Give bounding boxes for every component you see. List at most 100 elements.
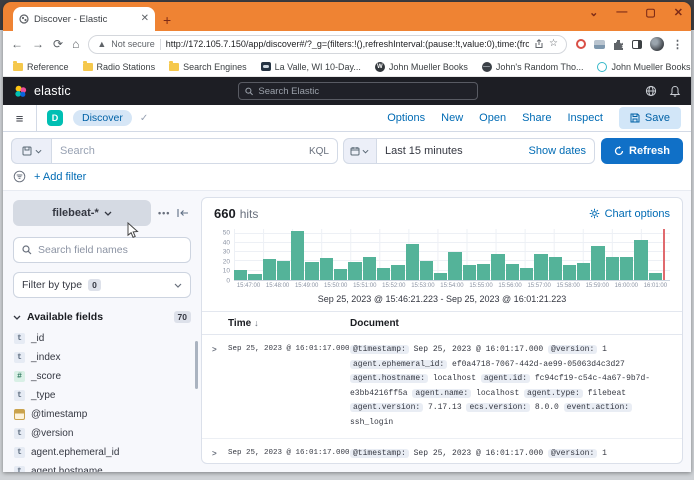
histogram-bar[interactable] [563, 265, 576, 280]
field-list-item[interactable]: t@version [13, 426, 191, 441]
date-picker-button[interactable] [343, 138, 377, 164]
bookmark-item[interactable]: John Mueller Books [375, 62, 468, 72]
histogram-bar[interactable] [363, 257, 376, 280]
histogram-bar[interactable] [320, 258, 333, 280]
bookmark-item[interactable]: Radio Stations [83, 62, 156, 72]
profile-avatar[interactable] [650, 37, 664, 51]
collapse-sidebar-icon[interactable] [177, 208, 189, 218]
field-list-item[interactable]: t_id [13, 331, 191, 346]
available-fields-header[interactable]: Available fields 70 [13, 311, 191, 323]
histogram-bar[interactable] [248, 274, 261, 280]
field-list-item[interactable]: #_score [13, 369, 191, 384]
window-minimize-icon[interactable]: — [616, 6, 627, 19]
globe-icon[interactable] [645, 85, 657, 97]
options-button[interactable]: Options [387, 112, 425, 124]
histogram-bar[interactable] [463, 265, 476, 280]
bookmark-item[interactable]: Reference [13, 62, 69, 72]
window-close-icon[interactable]: ✕ [674, 6, 683, 19]
histogram-bar[interactable] [477, 264, 490, 280]
histogram-bar[interactable] [434, 273, 447, 280]
home-icon[interactable]: ⌂ [72, 38, 79, 50]
alerts-bell-icon[interactable] [669, 85, 681, 97]
browser-tab[interactable]: Discover - Elastic ✕ [13, 7, 155, 31]
field-search-input[interactable] [38, 244, 182, 256]
histogram-bar[interactable] [591, 246, 604, 280]
show-dates-button[interactable]: Show dates [529, 145, 586, 157]
index-pattern-selector[interactable]: filebeat-* [13, 200, 151, 226]
index-pattern-options-icon[interactable]: ••• [158, 208, 170, 218]
space-badge[interactable]: D [47, 110, 63, 126]
back-icon[interactable]: ← [11, 38, 23, 50]
histogram-bar[interactable] [549, 257, 562, 280]
query-input-wrap[interactable]: KQL [51, 138, 338, 164]
histogram-bar[interactable] [520, 268, 533, 280]
chart-options-button[interactable]: Chart options [589, 208, 670, 220]
elastic-logo[interactable]: elastic [13, 84, 71, 99]
histogram-bar[interactable] [334, 269, 347, 280]
bookmark-item[interactable]: John Mueller Books... [597, 62, 691, 72]
bookmark-item[interactable]: La Valle, WI 10-Day... [261, 62, 361, 72]
histogram-bar[interactable] [234, 270, 247, 280]
time-column-header[interactable]: Time↓ [228, 318, 350, 329]
time-range-control[interactable]: Last 15 minutes Show dates [377, 138, 595, 164]
histogram-bar[interactable] [506, 264, 519, 280]
window-chevron-icon[interactable]: ⌄ [589, 6, 598, 19]
save-button[interactable]: Save [619, 107, 681, 129]
saved-query-menu-button[interactable] [11, 138, 51, 164]
field-list-item[interactable]: tagent.hostname [13, 464, 191, 472]
histogram-bar[interactable] [649, 273, 662, 280]
global-search-input[interactable] [258, 86, 471, 97]
security-label[interactable]: Not secure [111, 39, 155, 49]
table-row[interactable]: >Sep 25, 2023 @ 16:01:17.000@timestamp: … [202, 439, 682, 463]
breadcrumb-discover[interactable]: Discover [73, 110, 132, 126]
reload-icon[interactable]: ⟳ [53, 38, 63, 50]
filter-by-type-select[interactable]: Filter by type 0 [13, 272, 191, 298]
not-secure-warning-icon[interactable]: ▲ [97, 39, 106, 49]
share-icon[interactable] [534, 39, 544, 49]
histogram-bar[interactable] [620, 257, 633, 280]
extension-image-icon[interactable] [594, 40, 605, 49]
sidebar-scrollbar[interactable] [195, 341, 198, 389]
open-button[interactable]: Open [479, 112, 506, 124]
extension-red-icon[interactable] [576, 39, 586, 49]
refresh-button[interactable]: Refresh [601, 138, 683, 164]
bookmark-item[interactable]: Search Engines [169, 62, 247, 72]
menu-dots-icon[interactable]: ⋮ [672, 38, 683, 51]
url-text[interactable]: http://172.105.7.150/app/discover#/?_g=(… [166, 39, 529, 49]
new-button[interactable]: New [441, 112, 463, 124]
field-list-item[interactable]: t_index [13, 350, 191, 365]
histogram-bar[interactable] [491, 254, 504, 280]
field-search-box[interactable] [13, 237, 191, 263]
extensions-puzzle-icon[interactable] [613, 39, 624, 50]
bookmark-star-icon[interactable]: ☆ [549, 39, 558, 49]
histogram-bar[interactable] [534, 254, 547, 280]
histogram-bar[interactable] [634, 240, 647, 280]
field-list-item[interactable]: t_type [13, 388, 191, 403]
expand-row-icon[interactable]: > [212, 343, 228, 356]
share-button[interactable]: Share [522, 112, 551, 124]
global-search[interactable] [238, 82, 478, 100]
time-range-value[interactable]: Last 15 minutes [385, 145, 523, 157]
histogram-bar[interactable] [420, 261, 433, 280]
field-list-item[interactable]: @timestamp [13, 407, 191, 422]
filter-menu-icon[interactable] [13, 170, 26, 183]
histogram-bar[interactable] [377, 268, 390, 280]
field-list-item[interactable]: tagent.ephemeral_id [13, 445, 191, 460]
histogram-bar[interactable] [391, 265, 404, 280]
histogram-bar[interactable] [291, 231, 304, 280]
window-maximize-icon[interactable]: ▢ [645, 6, 655, 19]
histogram-bar[interactable] [448, 252, 461, 280]
table-row[interactable]: >Sep 25, 2023 @ 16:01:17.000@timestamp: … [202, 335, 682, 439]
inspect-button[interactable]: Inspect [567, 112, 602, 124]
add-filter-button[interactable]: + Add filter [34, 171, 86, 183]
histogram-bar[interactable] [577, 263, 590, 280]
histogram-bar[interactable] [305, 262, 318, 280]
histogram-bar[interactable] [606, 257, 619, 280]
document-column-header[interactable]: Document [350, 318, 672, 329]
histogram-bar[interactable] [277, 261, 290, 280]
histogram-bar[interactable] [406, 244, 419, 280]
sort-desc-icon[interactable]: ↓ [254, 318, 259, 328]
tab-close-icon[interactable]: ✕ [141, 14, 149, 24]
kql-label[interactable]: KQL [309, 146, 329, 157]
histogram-bar[interactable] [263, 259, 276, 280]
